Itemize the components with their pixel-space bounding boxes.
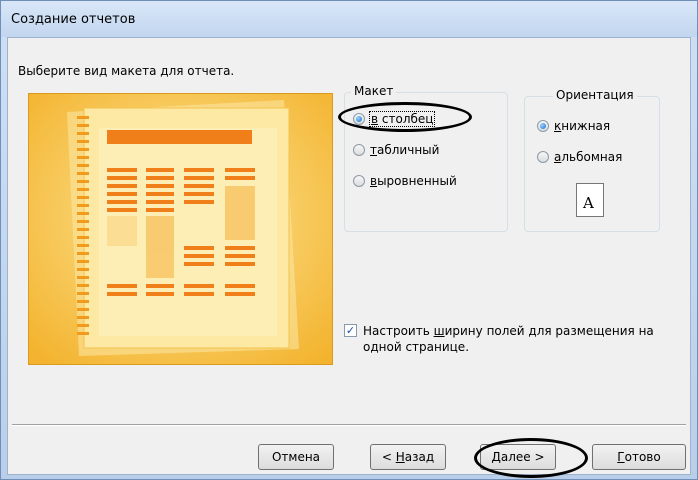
orientation-legend: Ориентация xyxy=(553,88,637,102)
next-button[interactable]: Далее > xyxy=(480,444,556,470)
next-button-label: Далее > xyxy=(491,450,545,464)
radio-tabular-button[interactable] xyxy=(353,144,365,156)
radio-portrait[interactable]: книжная xyxy=(537,119,610,133)
layout-groupbox: Макет в столбец табличный выровненный xyxy=(344,84,508,232)
radio-justified-label: выровненный xyxy=(370,174,457,188)
radio-tabular-label: табличный xyxy=(370,143,440,157)
radio-portrait-label: книжная xyxy=(554,119,611,133)
radio-justified[interactable]: выровненный xyxy=(353,174,457,188)
finish-button[interactable]: Готово xyxy=(592,444,686,470)
radio-landscape[interactable]: альбомная xyxy=(537,150,622,164)
radio-columnar-button[interactable] xyxy=(353,113,365,125)
radio-justified-button[interactable] xyxy=(353,175,365,187)
fit-width-checkbox[interactable]: ✓ Настроить ширину полей для размещения … xyxy=(344,323,674,355)
back-button-label: < Назад xyxy=(381,450,435,464)
window-title: Создание отчетов xyxy=(11,12,136,27)
button-separator xyxy=(12,424,686,426)
portrait-page-letter: A xyxy=(583,194,594,212)
fit-width-label: Настроить ширину полей для размещения на… xyxy=(363,324,654,354)
layout-preview-image xyxy=(28,93,333,365)
radio-landscape-button[interactable] xyxy=(537,151,549,163)
back-button[interactable]: < Назад xyxy=(370,444,446,470)
radio-columnar[interactable]: в столбец xyxy=(353,111,436,127)
radio-columnar-label: в столбец xyxy=(368,111,436,127)
report-wizard-window: Создание отчетов Выберите вид макета для… xyxy=(0,0,698,480)
instruction-text: Выберите вид макета для отчета. xyxy=(18,64,235,78)
cancel-button-label: Отмена xyxy=(271,450,321,464)
fit-width-check-box[interactable]: ✓ xyxy=(344,324,357,337)
orientation-groupbox: Ориентация книжная альбомная A xyxy=(524,88,660,232)
radio-portrait-button[interactable] xyxy=(537,120,549,132)
radio-tabular[interactable]: табличный xyxy=(353,143,439,157)
portrait-page-icon: A xyxy=(576,183,604,217)
cancel-button[interactable]: Отмена xyxy=(258,444,334,470)
layout-legend: Макет xyxy=(351,84,397,98)
wizard-client-area: Выберите вид макета для отчета. Макет в … xyxy=(7,37,691,478)
title-bar[interactable]: Создание отчетов xyxy=(1,1,697,37)
report-preview-illustration xyxy=(29,94,332,364)
radio-landscape-label: альбомная xyxy=(554,150,623,164)
finish-button-label: Готово xyxy=(617,450,661,464)
